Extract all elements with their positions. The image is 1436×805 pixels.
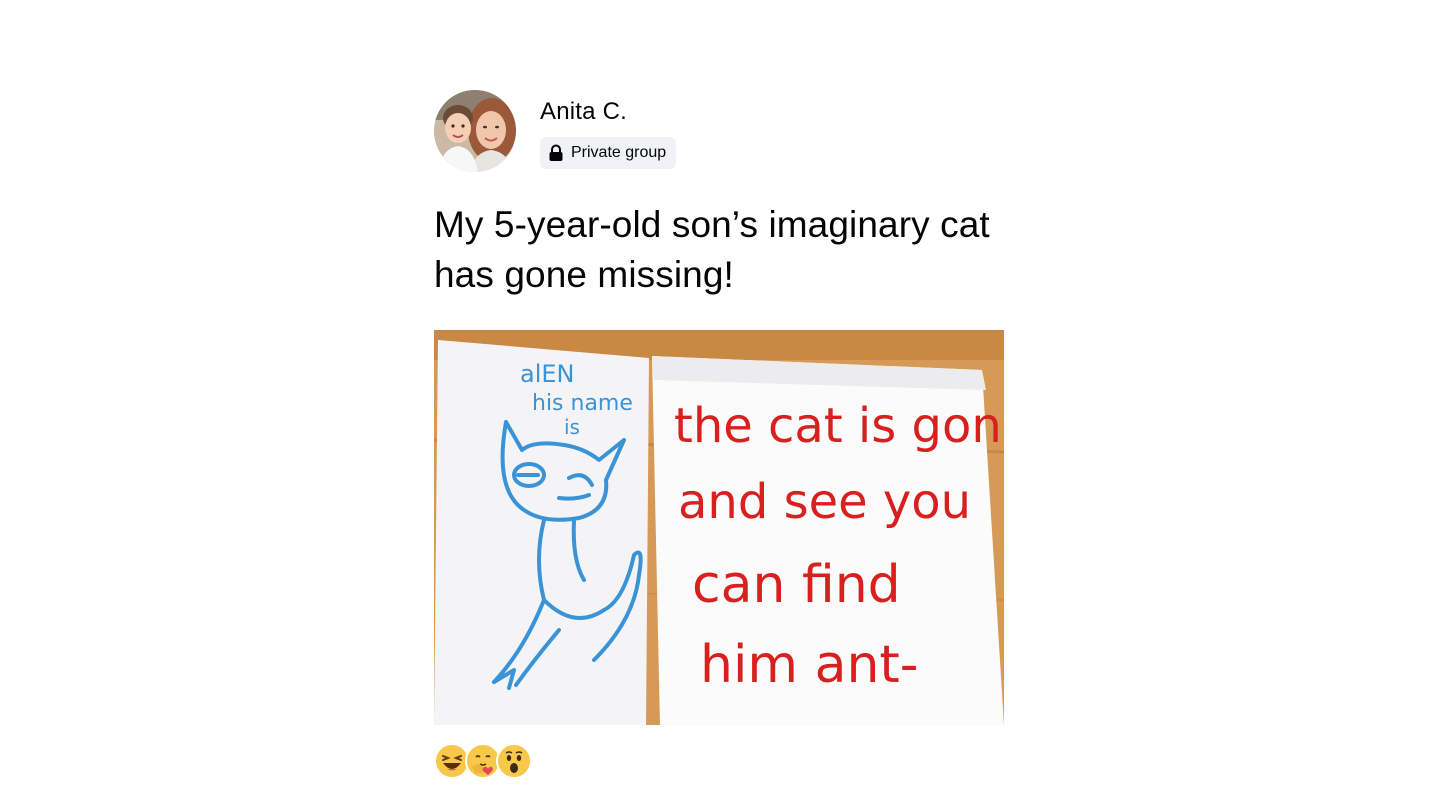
svg-text:can find: can find <box>692 555 901 615</box>
svg-text:the cat is gone: the cat is gone <box>674 398 1004 454</box>
svg-text:is: is <box>564 415 580 439</box>
svg-text:him ant-: him ant- <box>700 635 919 695</box>
lock-icon <box>549 144 563 161</box>
svg-text:his name: his name <box>532 391 633 416</box>
post-photo[interactable]: alEN his name is the cat is gone and see… <box>434 330 1004 725</box>
svg-text:alEN: alEN <box>520 360 575 388</box>
drawing-image: alEN his name is the cat is gone and see… <box>434 330 1004 725</box>
privacy-badge[interactable]: Private group <box>540 137 677 169</box>
avatar-photo <box>434 90 516 172</box>
reactions-row[interactable] <box>434 743 1006 779</box>
avatar[interactable] <box>434 90 516 172</box>
post-card: Anita C. Private group My 5-year-old son… <box>434 88 1006 779</box>
author-name[interactable]: Anita C. <box>540 98 627 126</box>
wow-icon[interactable] <box>496 743 532 779</box>
post-title: My 5-year-old son’s imaginary cat has go… <box>434 204 990 295</box>
privacy-label: Private group <box>571 144 667 161</box>
svg-text:and see you: and see you <box>678 474 971 530</box>
post-header: Anita C. Private group <box>434 88 1006 176</box>
